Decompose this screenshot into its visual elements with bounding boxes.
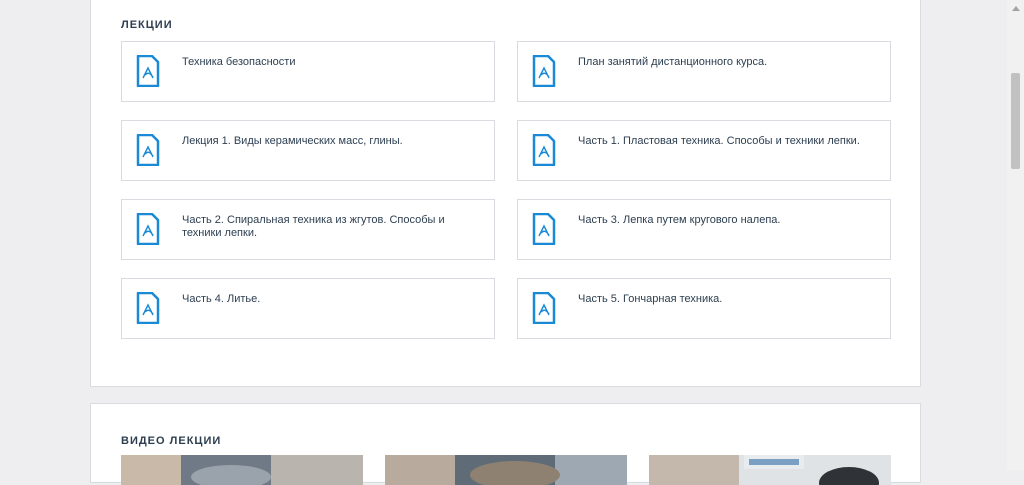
pdf-icon bbox=[532, 213, 556, 245]
lecture-item[interactable]: План занятий дистанционного курса. bbox=[517, 41, 891, 102]
lecture-label: Часть 4. Литье. bbox=[182, 293, 261, 305]
lecture-label: План занятий дистанционного курса. bbox=[578, 56, 768, 68]
lecture-label: Часть 2. Спиральная техника из жгутов. С… bbox=[182, 214, 445, 239]
pdf-icon bbox=[136, 213, 160, 245]
vertical-scrollbar[interactable] bbox=[1007, 0, 1024, 470]
lecture-label: Техника безопасности bbox=[182, 56, 296, 68]
pdf-icon bbox=[136, 292, 160, 324]
lecture-item[interactable]: Часть 1. Пластовая техника. Способы и те… bbox=[517, 120, 891, 181]
lecture-item[interactable]: Часть 3. Лепка путем кругового налепа. bbox=[517, 199, 891, 260]
lectures-section: ЛЕКЦИИ Техника безопасности План занятий… bbox=[90, 0, 921, 387]
pdf-icon bbox=[532, 55, 556, 87]
pdf-icon bbox=[136, 134, 160, 166]
scroll-up-arrow-icon[interactable] bbox=[1007, 0, 1024, 17]
lecture-label: Часть 3. Лепка путем кругового налепа. bbox=[578, 214, 781, 226]
video-preview-image bbox=[385, 455, 627, 485]
scrollbar-thumb[interactable] bbox=[1011, 73, 1020, 169]
lecture-item[interactable]: Техника безопасности bbox=[121, 41, 495, 102]
lecture-item[interactable]: Часть 4. Литье. bbox=[121, 278, 495, 339]
video-lectures-title: ВИДЕО ЛЕКЦИИ bbox=[121, 435, 222, 447]
video-preview-image bbox=[121, 455, 363, 485]
lecture-item[interactable]: Лекция 1. Виды керамических масс, глины. bbox=[121, 120, 495, 181]
video-thumbnail[interactable] bbox=[385, 455, 627, 485]
lectures-title: ЛЕКЦИИ bbox=[121, 19, 173, 31]
pdf-icon bbox=[136, 55, 160, 87]
lecture-label: Часть 1. Пластовая техника. Способы и те… bbox=[578, 135, 860, 147]
video-thumbnail[interactable] bbox=[649, 455, 891, 485]
lecture-item[interactable]: Часть 5. Гончарная техника. bbox=[517, 278, 891, 339]
lecture-label: Часть 5. Гончарная техника. bbox=[578, 293, 723, 305]
lecture-item[interactable]: Часть 2. Спиральная техника из жгутов. С… bbox=[121, 199, 495, 260]
video-preview-image bbox=[649, 455, 891, 485]
pdf-icon bbox=[532, 292, 556, 324]
lecture-label: Лекция 1. Виды керамических масс, глины. bbox=[182, 135, 403, 147]
pdf-icon bbox=[532, 134, 556, 166]
video-lectures-section: ВИДЕО ЛЕКЦИИ bbox=[90, 403, 921, 485]
video-thumbnail[interactable] bbox=[121, 455, 363, 485]
